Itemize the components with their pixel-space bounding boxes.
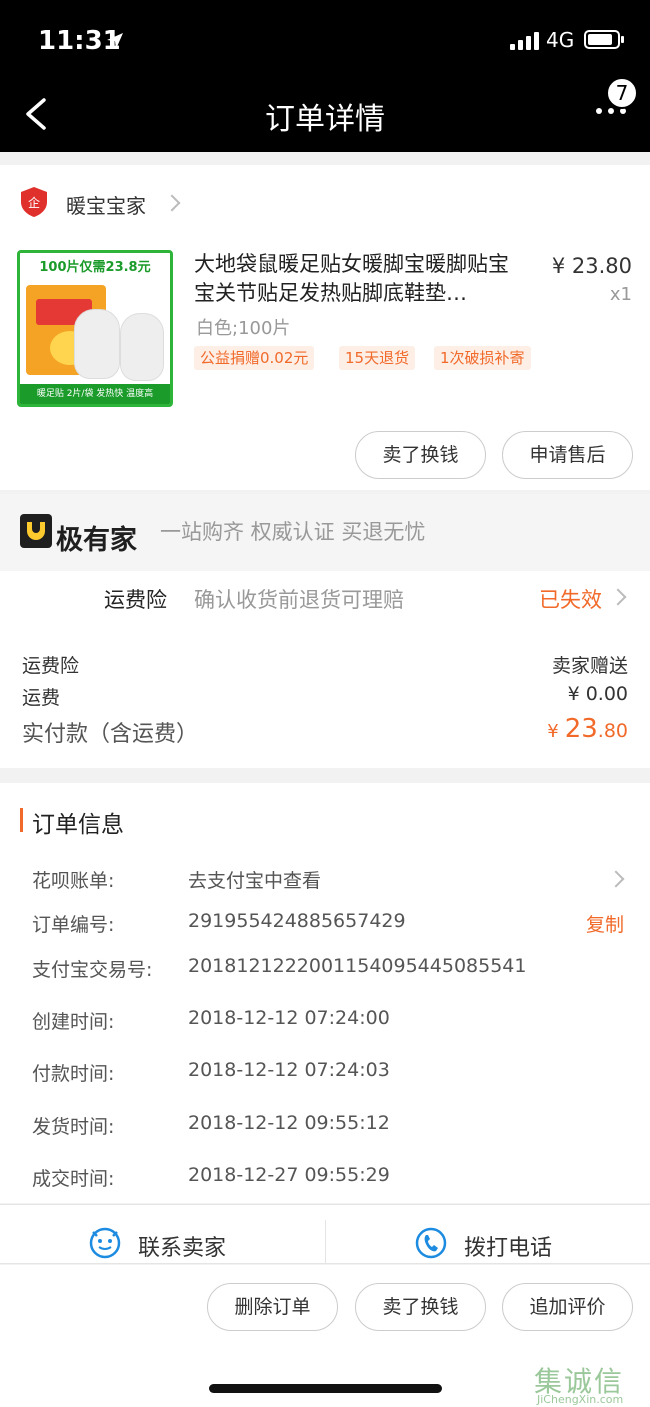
page-title: 订单详情 <box>265 102 385 137</box>
huabei-link[interactable]: 去支付宝中查看 <box>188 866 321 893</box>
section-accent-bar <box>20 808 23 832</box>
svg-text:企: 企 <box>28 195 40 210</box>
notification-badge[interactable]: 7 <box>606 77 638 109</box>
product-title[interactable]: 大地袋鼠暖足贴女暖脚宝暖脚贴宝宝关节贴足发热贴脚底鞋垫… <box>194 250 524 308</box>
brand-slogan: 一站购齐 权威认证 买退无忧 <box>160 520 426 544</box>
brand-logo-icon <box>20 514 52 548</box>
tag-return: 15天退货 <box>339 346 416 370</box>
total-amount: ¥ 23.80 <box>547 714 628 744</box>
location-icon <box>106 32 124 54</box>
heat-pad-left <box>74 309 120 379</box>
sell-for-cash-button[interactable]: 卖了换钱 <box>355 431 486 479</box>
total-integer: 23 <box>564 714 598 744</box>
watermark-logo: 集诚信 <box>534 1360 644 1398</box>
product-image-banner: 100片仅需23.8元 <box>20 253 170 283</box>
alipay-no-label: 支付宝交易号: <box>32 959 153 981</box>
sell-for-cash-bottom-button[interactable]: 卖了换钱 <box>355 1283 486 1331</box>
phone-icon <box>414 1226 448 1264</box>
contact-seller-button[interactable]: 联系卖家 <box>88 1222 288 1266</box>
chat-icon <box>88 1226 122 1264</box>
product-sku: 白色;100片 <box>196 318 291 339</box>
total-decimal: .80 <box>597 720 628 742</box>
home-indicator <box>209 1384 442 1393</box>
header: 11:31 4G 订单详情 7 <box>0 0 650 152</box>
total-label: 实付款（含运费） <box>22 722 199 747</box>
fee-insurance-label: 运费险 <box>22 655 80 677</box>
insurance-desc: 确认收货前退货可理赔 <box>194 588 404 612</box>
shop-name[interactable]: 暖宝宝家 <box>66 190 146 219</box>
insurance-label: 运费险 <box>104 588 167 612</box>
contact-seller-label: 联系卖家 <box>138 1236 227 1261</box>
created-time-label: 创建时间: <box>32 1011 115 1033</box>
order-info-card <box>0 783 650 1203</box>
huabei-label: 花呗账单: <box>32 870 115 892</box>
order-no-label: 订单编号: <box>32 914 115 936</box>
shipped-time-label: 发货时间: <box>32 1116 115 1138</box>
tag-charity: 公益捐赠0.02元 <box>194 346 315 370</box>
copy-button[interactable]: 复制 <box>586 910 624 937</box>
shop-badge-icon: 企 <box>20 186 48 222</box>
fee-shipping-label: 运费 <box>22 687 61 709</box>
fee-shipping-value: ¥ 0.00 <box>567 683 628 705</box>
alipay-no-value: 2018121222001154095445085541 <box>188 955 527 977</box>
total-currency: ¥ <box>547 721 559 742</box>
order-no-value: 291955424885657429 <box>188 910 406 932</box>
brand-name: 极有家 <box>56 525 137 556</box>
paid-time-label: 付款时间: <box>32 1063 115 1085</box>
product-image-footer: 暖足贴 2片/袋 发热快 温度高 <box>20 384 170 404</box>
contact-divider <box>325 1220 326 1264</box>
watermark-url: JiChengXin.com <box>537 1393 624 1406</box>
paid-time-value: 2018-12-12 07:24:03 <box>188 1059 390 1081</box>
tag-damage: 1次破损补寄 <box>434 346 531 370</box>
fee-insurance-value: 卖家赠送 <box>551 655 628 677</box>
network-label: 4G <box>546 28 575 52</box>
brand-banner[interactable]: 极有家 一站购齐 权威认证 买退无忧 <box>0 494 650 571</box>
created-time-value: 2018-12-12 07:24:00 <box>188 1007 390 1029</box>
heat-pad-right <box>120 313 164 381</box>
signal-icon <box>510 32 540 50</box>
done-time-label: 成交时间: <box>32 1168 115 1190</box>
call-phone-button[interactable]: 拨打电话 <box>414 1222 614 1266</box>
insurance-status[interactable]: 已失效 <box>539 584 602 614</box>
call-phone-label: 拨打电话 <box>464 1236 553 1261</box>
product-quantity: x1 <box>609 284 632 305</box>
order-info-heading: 订单信息 <box>32 812 124 838</box>
shipped-time-value: 2018-12-12 09:55:12 <box>188 1112 390 1134</box>
after-sale-button[interactable]: 申请售后 <box>502 431 633 479</box>
add-review-button[interactable]: 追加评价 <box>502 1283 633 1331</box>
done-time-value: 2018-12-27 09:55:29 <box>188 1164 390 1186</box>
battery-icon <box>584 30 624 49</box>
product-image[interactable]: 100片仅需23.8元 暖足贴 2片/袋 发热快 温度高 <box>17 250 173 407</box>
delete-order-button[interactable]: 删除订单 <box>207 1283 338 1331</box>
product-price: ¥ 23.80 <box>551 254 632 278</box>
